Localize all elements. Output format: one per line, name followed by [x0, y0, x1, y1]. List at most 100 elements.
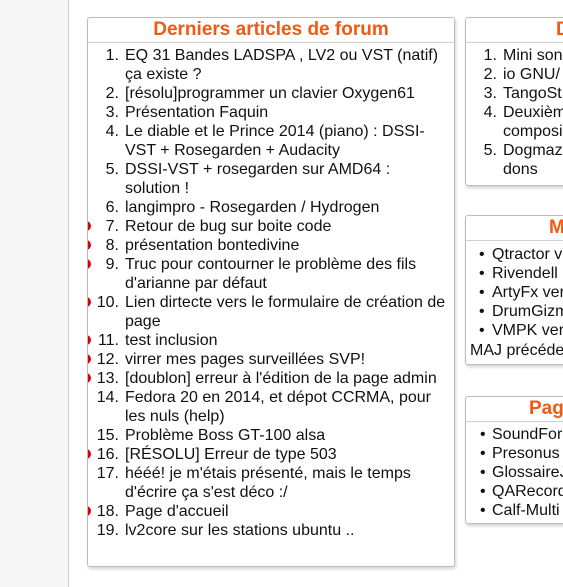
forum-article-link[interactable]: Retour de bug sur boite code [125, 218, 331, 235]
right-box-2-item[interactable]: Qtractor v [466, 245, 563, 264]
right-box-2-title: M [466, 216, 563, 241]
right-box-1-item[interactable]: 3. TangoSt [466, 84, 563, 103]
forum-article-number: 12. [96, 351, 119, 368]
forum-article-link[interactable]: Page d'accueil [125, 503, 229, 520]
forum-article-item[interactable]: 19. lv2core sur les stations ubuntu .. [88, 521, 454, 540]
right-box-1-item-link[interactable]: Deuxièm [503, 104, 563, 121]
forum-article-number: 8. [105, 237, 119, 254]
right-box-1-item-link[interactable]: TangoSt [503, 85, 562, 102]
right-box-1-item[interactable]: 4. Deuxièm [466, 103, 563, 122]
right-box-3-item[interactable]: Calf-Multi [466, 501, 563, 520]
forum-article-number: 4. [105, 123, 119, 140]
forum-article-number: 11. [97, 332, 119, 349]
forum-article-number: 19. [96, 522, 119, 539]
forum-article-item[interactable]: 16. [RÉSOLU] Erreur de type 503 [88, 445, 454, 464]
forum-article-number: 2. [105, 85, 119, 102]
right-box-1-item-number: 1. [483, 47, 497, 64]
right-box-1-list: 1. Mini son 2. io GNU/3. TangoSt 4. Deuxièm com… [466, 46, 563, 179]
forum-article-item[interactable]: 18. Page d'accueil [88, 502, 454, 521]
forum-article-link[interactable]: présentation bontedivine [125, 237, 299, 254]
right-box-1-item-link[interactable]: dons [503, 161, 538, 178]
right-box-2-item[interactable]: DrumGizm [466, 302, 563, 321]
right-box-1-item[interactable]: 2. io GNU/ [466, 65, 563, 84]
forum-article-number: 3. [105, 104, 119, 121]
forum-article-item[interactable]: 9. Truc pour contourner le problème des f… [88, 255, 454, 293]
forum-article-number: 6. [105, 199, 119, 216]
forum-article-item[interactable]: 7. Retour de bug sur boite code [88, 217, 454, 236]
forum-article-item[interactable]: 11. test inclusion [88, 331, 454, 350]
forum-article-link[interactable]: Truc pour contourner le problème des fil… [125, 256, 416, 292]
right-box-1-item[interactable]: 1. Mini son [466, 46, 563, 65]
forum-article-link[interactable]: Problème Boss GT-100 alsa [125, 427, 325, 444]
right-box-1-item-link[interactable]: composi [503, 123, 563, 140]
forum-article-item[interactable]: 4. Le diable et le Prince 2014 (piano) : … [88, 122, 454, 160]
right-box-3-item[interactable]: SoundFor [466, 425, 563, 444]
right-box-3-item[interactable]: QARecord [466, 482, 563, 501]
forum-article-item[interactable]: 10. Lien dirtecte vers le formulaire de c… [88, 293, 454, 331]
forum-article-link[interactable]: EQ 31 Bandes LADSPA , LV2 ou VST (natif)… [125, 47, 438, 83]
forum-article-item[interactable]: 13. [doublon] erreur à l'édition de la pa… [88, 369, 454, 388]
right-box-1-item-number: 3. [483, 85, 497, 102]
right-box-2-item[interactable]: Rivendell [466, 264, 563, 283]
forum-article-item[interactable]: 17. hééé! je m'étais présenté, mais le te… [88, 464, 454, 502]
forum-article-link[interactable]: virrer mes pages surveillées SVP! [125, 351, 365, 368]
forum-article-link[interactable]: langimpro - Rosegarden / Hydrogen [125, 199, 379, 216]
forum-article-item[interactable]: 1. EQ 31 Bandes LADSPA , LV2 ou VST (nati… [88, 46, 454, 84]
right-box-1-item-number: 2. [483, 66, 497, 83]
forum-article-number: 18. [96, 503, 119, 520]
forum-article-link[interactable]: DSSI-VST + rosegarden sur AMD64 : soluti… [125, 161, 390, 197]
forum-article-item[interactable]: 2. [résolu]programmer un clavier Oxygen61 [88, 84, 454, 103]
forum-article-number: 16. [96, 446, 119, 463]
right-box-1-item[interactable]: 5. Dogmaz [466, 141, 563, 160]
forum-article-link[interactable]: Lien dirtecte vers le formulaire de créa… [125, 294, 445, 330]
forum-article-number: 10. [96, 294, 119, 311]
right-box-3-item[interactable]: Presonus [466, 444, 563, 463]
forum-article-link[interactable]: hééé! je m'étais présenté, mais le temps… [125, 465, 411, 501]
forum-article-link[interactable]: [RÉSOLU] Erreur de type 503 [125, 446, 337, 463]
right-box-3: Pag SoundForPresonusGlossaireJQARecordCa… [465, 396, 563, 524]
forum-article-number: 15. [96, 427, 119, 444]
right-box-2: M Qtractor vRivendellArtyFx verDrumGizmV… [465, 215, 563, 365]
right-box-3-item[interactable]: GlossaireJ [466, 463, 563, 482]
right-box-1-item-link[interactable]: io GNU/ [503, 66, 560, 83]
forum-article-number: 17. [96, 465, 119, 482]
right-box-1-title: D [466, 18, 563, 43]
forum-article-item[interactable]: 14. Fedora 20 en 2014, et dépot CCRMA, po… [88, 388, 454, 426]
forum-article-number: 9. [105, 256, 119, 273]
forum-article-link[interactable]: Le diable et le Prince 2014 (piano) : DS… [125, 123, 425, 159]
forum-article-link[interactable]: test inclusion [125, 332, 218, 349]
forum-box-title: Derniers articles de forum [88, 18, 454, 43]
right-box-1-item-number: 4. [483, 104, 497, 121]
forum-article-item[interactable]: 5. DSSI-VST + rosegarden sur AMD64 : solu… [88, 160, 454, 198]
forum-article-item[interactable]: 8. présentation bontedivine [88, 236, 454, 255]
forum-articles-list: 1. EQ 31 Bandes LADSPA , LV2 ou VST (nati… [88, 46, 454, 540]
right-box-2-item[interactable]: ArtyFx ver [466, 283, 563, 302]
forum-articles-box: Derniers articles de forum 1. EQ 31 Bande… [87, 17, 455, 567]
forum-article-item[interactable]: 6. langimpro - Rosegarden / Hydrogen [88, 198, 454, 217]
forum-article-link[interactable]: [résolu]programmer un clavier Oxygen61 [125, 85, 415, 102]
forum-article-link[interactable]: Fedora 20 en 2014, et dépot CCRMA, pour … [125, 389, 431, 425]
forum-article-number: 7. [105, 218, 119, 235]
right-box-3-list: SoundForPresonusGlossaireJQARecordCalf-M… [466, 425, 563, 520]
right-box-3-title: Pag [466, 397, 563, 422]
forum-article-link[interactable]: Présentation Faquin [125, 104, 268, 121]
forum-article-item[interactable]: 15. Problème Boss GT-100 alsa [88, 426, 454, 445]
right-box-1-item[interactable]: dons [466, 160, 563, 179]
forum-article-number: 5. [105, 161, 119, 178]
right-box-1: D 1. Mini son 2. io GNU/3. TangoSt 4. Deuxièm c… [465, 17, 563, 186]
forum-article-number: 14. [96, 389, 119, 406]
right-box-2-footer: MAJ précéde [470, 342, 563, 359]
right-box-1-item-link[interactable]: Dogmaz [503, 142, 563, 159]
right-box-2-item[interactable]: VMPK ver [466, 321, 563, 340]
right-box-1-item-number: 5. [483, 142, 497, 159]
forum-article-link[interactable]: lv2core sur les stations ubuntu .. [125, 522, 354, 539]
right-box-1-item[interactable]: composi [466, 122, 563, 141]
forum-article-item[interactable]: 12. virrer mes pages surveillées SVP! [88, 350, 454, 369]
forum-article-number: 13. [96, 370, 119, 387]
forum-article-number: 1. [105, 47, 119, 64]
forum-article-link[interactable]: [doublon] erreur à l'édition de la page … [125, 370, 437, 387]
right-box-1-item-link[interactable]: Mini son [503, 47, 563, 64]
right-box-2-list: Qtractor vRivendellArtyFx verDrumGizmVMP… [466, 245, 563, 340]
forum-article-item[interactable]: 3. Présentation Faquin [88, 103, 454, 122]
left-sidebar [0, 0, 69, 587]
